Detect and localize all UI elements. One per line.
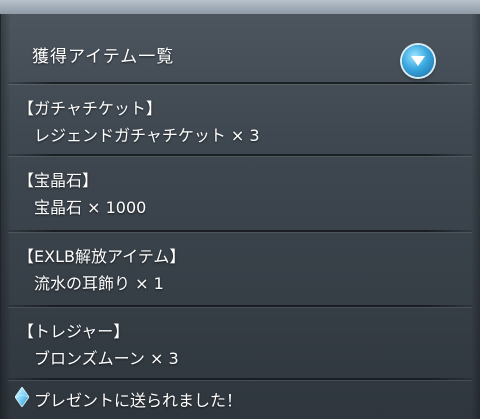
chevron-down-icon — [411, 56, 425, 66]
item-name-quantity: レジェンドガチャチケット × 3 — [34, 126, 260, 145]
top-edge-strip — [0, 0, 480, 14]
list-item: 【EXLB解放アイテム】 流水の耳飾り × 1 — [0, 232, 480, 308]
status-message: プレゼントに送られました！ — [0, 380, 480, 419]
collapse-button[interactable] — [402, 45, 434, 77]
panel-title: 獲得アイテム一覧 — [32, 47, 175, 67]
list-item: 【ガチャチケット】 レジェンドガチャチケット × 3 — [0, 84, 480, 160]
crystal-icon — [15, 387, 29, 407]
item-category: 【EXLB解放アイテム】 — [18, 247, 186, 266]
item-name-quantity: 流水の耳飾り × 1 — [34, 274, 164, 293]
list-item: 【トレジャー】 ブロンズムーン × 3 — [0, 307, 480, 383]
item-name-quantity: 宝晶石 × 1000 — [34, 198, 147, 217]
panel-header: 獲得アイテム一覧 — [0, 14, 480, 84]
item-category: 【トレジャー】 — [18, 322, 130, 341]
status-message-text: プレゼントに送られました！ — [34, 391, 243, 410]
item-category: 【宝晶石】 — [18, 171, 99, 190]
item-name-quantity: ブロンズムーン × 3 — [34, 349, 179, 368]
item-category: 【ガチャチケット】 — [18, 99, 162, 118]
list-item: 【宝晶石】 宝晶石 × 1000 — [0, 156, 480, 232]
